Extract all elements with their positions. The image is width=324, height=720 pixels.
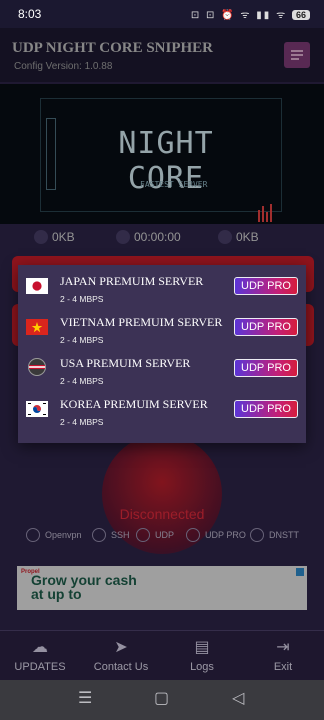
- server-name: VIETNAM PREMUIM SERVER: [60, 315, 223, 329]
- server-speed: 2 - 4 MBPS: [60, 294, 104, 304]
- server-speed: 2 - 4 MBPS: [60, 417, 104, 427]
- udp-pro-button[interactable]: UDP PRO: [234, 400, 298, 418]
- udp-pro-button[interactable]: UDP PRO: [234, 277, 298, 295]
- clock: 8:03: [18, 7, 42, 21]
- server-speed: 2 - 4 MBPS: [60, 335, 104, 345]
- udp-pro-button[interactable]: UDP PRO: [234, 318, 298, 336]
- korea-flag-icon: [26, 401, 48, 417]
- server-row-japan[interactable]: JAPAN PREMUIM SERVER 2 - 4 MBPS UDP PRO: [18, 272, 306, 314]
- vietnam-flag-icon: [26, 319, 48, 335]
- system-navigation-bar: ☰ ▢ ◁: [0, 680, 324, 720]
- server-list-dialog: JAPAN PREMUIM SERVER 2 - 4 MBPS UDP PRO …: [18, 265, 306, 443]
- udp-pro-button[interactable]: UDP PRO: [234, 359, 298, 377]
- status-bar: 8:03 ⊡ ⊡ ⏰ ᯤ ▮▮ ᯤ 66: [0, 0, 324, 28]
- status-icons: ⊡ ⊡ ⏰ ᯤ ▮▮ ᯤ 66: [191, 7, 310, 21]
- server-name: USA PREMUIM SERVER: [60, 356, 191, 370]
- battery-icon: 66: [291, 10, 310, 20]
- server-row-vietnam[interactable]: VIETNAM PREMUIM SERVER 2 - 4 MBPS UDP PR…: [18, 313, 306, 355]
- server-name: JAPAN PREMUIM SERVER: [60, 274, 204, 288]
- japan-flag-icon: [26, 278, 48, 294]
- back-icon[interactable]: ◁: [232, 688, 244, 708]
- server-name: KOREA PREMUIM SERVER: [60, 397, 208, 411]
- server-speed: 2 - 4 MBPS: [60, 376, 104, 386]
- server-row-usa[interactable]: USA PREMUIM SERVER 2 - 4 MBPS UDP PRO: [18, 354, 306, 396]
- usa-tunnel-icon: [28, 358, 46, 376]
- server-row-korea[interactable]: KOREA PREMUIM SERVER 2 - 4 MBPS UDP PRO: [18, 395, 306, 437]
- recents-icon[interactable]: ☰: [78, 688, 92, 708]
- notification-icons: ⊡ ⊡ ⏰ ᯤ ▮▮ ᯤ: [190, 10, 288, 21]
- home-icon[interactable]: ▢: [154, 688, 169, 708]
